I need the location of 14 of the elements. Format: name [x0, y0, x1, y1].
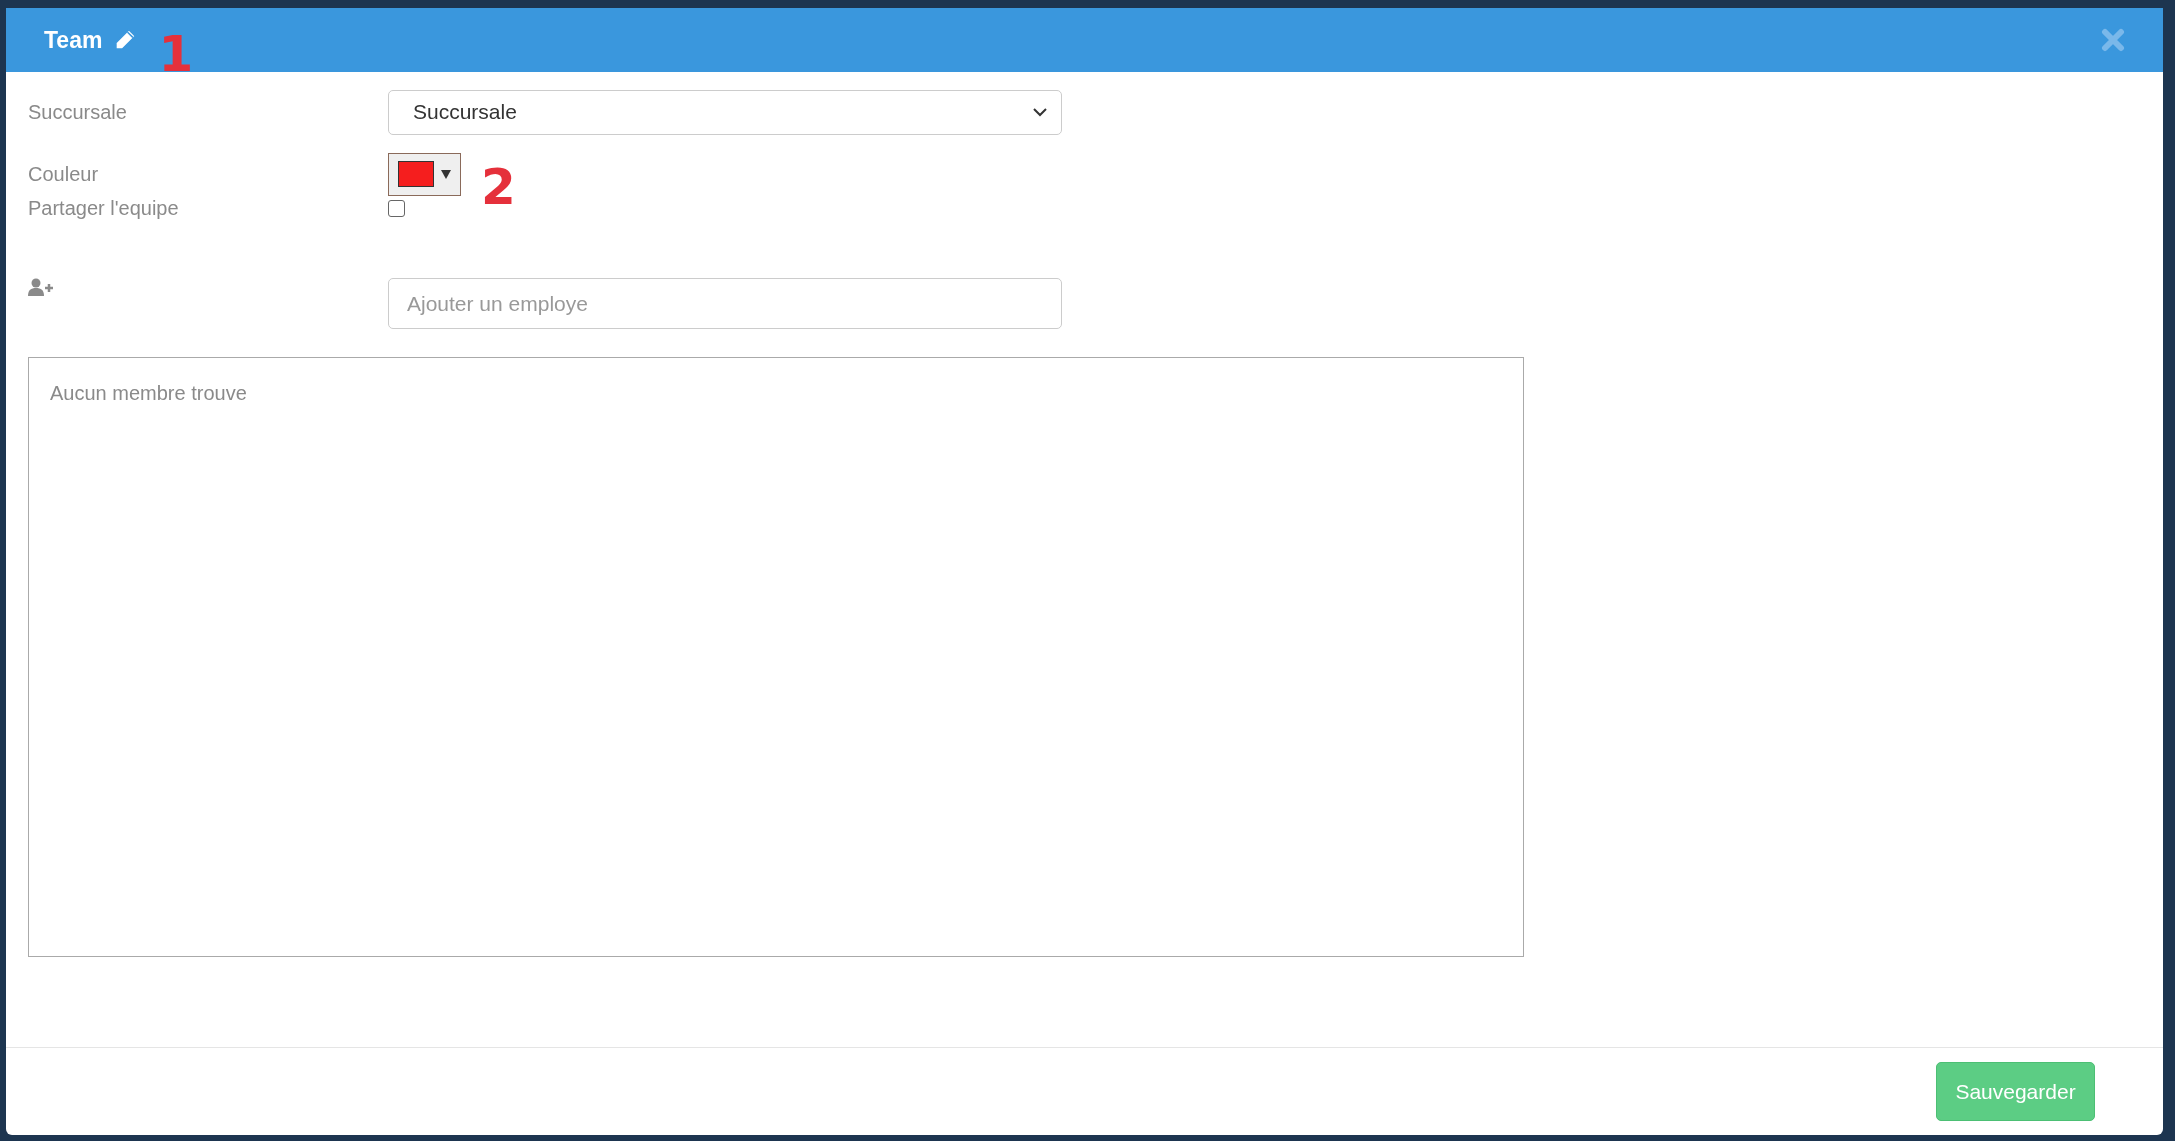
add-user-icon — [28, 278, 53, 296]
add-employee-field[interactable]: Ajouter un employe — [388, 278, 1062, 329]
field-label: Succursale — [28, 100, 128, 124]
modal-title: Team — [44, 26, 103, 54]
empty-message: Aucun membre trouve — [50, 382, 248, 405]
caret-icon — [440, 169, 451, 179]
share-checkbox[interactable] — [388, 199, 405, 217]
annotation-number: 1 — [158, 29, 194, 79]
branch-select[interactable]: Succursale — [388, 89, 1062, 135]
annotation-number: 2 — [481, 162, 516, 212]
field-label: Partager l'equipe — [28, 196, 180, 220]
field-label: Couleur — [28, 162, 100, 186]
color-picker[interactable] — [388, 152, 461, 196]
chevron-down-icon — [1033, 107, 1047, 117]
